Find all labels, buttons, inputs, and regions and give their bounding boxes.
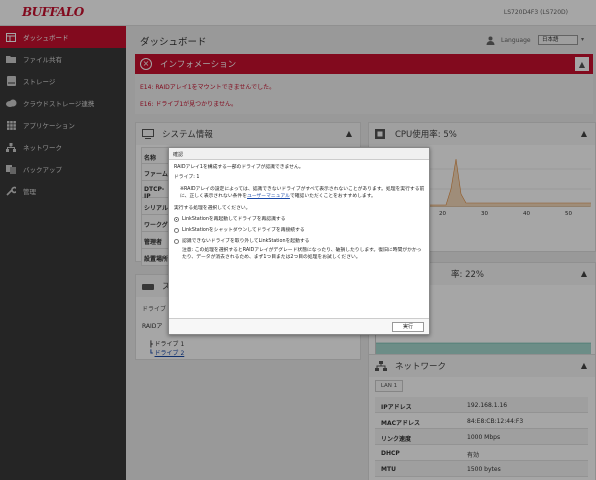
dialog-drive: ドライブ: 1: [174, 175, 200, 180]
dialog-body: RAIDアレイ1を構成する一部のドライブが認識できません。 ドライブ: 1 ※R…: [174, 164, 426, 264]
radio-button[interactable]: [174, 239, 179, 244]
confirm-dialog: 確認 RAIDアレイ1を構成する一部のドライブが認識できません。 ドライブ: 1…: [168, 147, 430, 335]
run-button[interactable]: 実行: [392, 322, 424, 332]
dialog-message: RAIDアレイ1を構成する一部のドライブが認識できません。: [174, 165, 304, 170]
radio-button[interactable]: [174, 217, 179, 222]
option-remove-drive[interactable]: 認識できないドライブを取り外してLinkStationを起動する: [174, 238, 426, 245]
dialog-note: ※RAIDアレイの設定によっては、認識できないドライブがすべて表示されないことが…: [180, 187, 425, 199]
dialog-warning: 注意: この処理を選択するとRAIDアレイがデグレード状態になったり、破損したり…: [182, 248, 422, 260]
dialog-title: 確認: [169, 148, 429, 160]
option-shutdown[interactable]: LinkStationをシャットダウンしてドライブを再接続する: [174, 227, 426, 234]
user-manual-link[interactable]: ユーザーマニュアル: [247, 194, 290, 199]
radio-button[interactable]: [174, 228, 179, 233]
dialog-prompt: 実行する処理を選択してください。: [174, 206, 251, 211]
dialog-footer: 実行: [169, 318, 429, 334]
option-restart[interactable]: LinkStationを再起動してドライブを再認識する: [174, 216, 426, 223]
